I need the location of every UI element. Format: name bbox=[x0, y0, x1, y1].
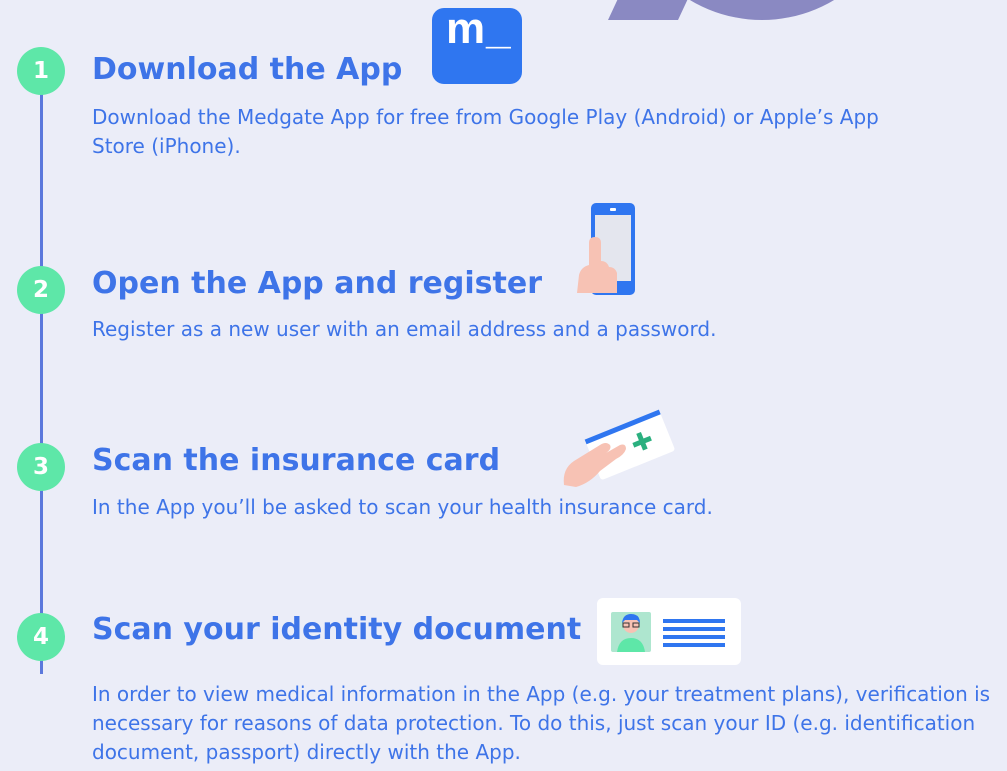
step-1-number: 1 bbox=[17, 47, 65, 95]
medgate-app-icon: m_ bbox=[432, 4, 522, 84]
step-1-description: Download the Medgate App for free from G… bbox=[92, 105, 879, 158]
step-3-description: In the App you’ll be asked to scan your … bbox=[92, 495, 713, 519]
step-3-number: 3 bbox=[17, 443, 65, 491]
step-2-title: Open the App and register bbox=[92, 266, 542, 301]
step-1-title: Download the App bbox=[92, 52, 403, 87]
step-4-title: Scan your identity document bbox=[92, 612, 582, 647]
phone-tap-icon bbox=[577, 203, 635, 295]
step-3-title: Scan the insurance card bbox=[92, 443, 501, 478]
speech-bubble-tail bbox=[608, 0, 706, 20]
timeline-line bbox=[40, 74, 43, 674]
identity-document-icon bbox=[597, 598, 741, 665]
step-2-description: Register as a new user with an email add… bbox=[92, 317, 717, 341]
app-icon-label: m_ bbox=[446, 4, 512, 53]
step-4-description: In order to view medical information in … bbox=[92, 682, 991, 764]
id-card-graphic bbox=[611, 612, 725, 652]
step-4-number: 4 bbox=[17, 613, 65, 661]
insurance-card-icon bbox=[563, 409, 675, 487]
step-2-number: 2 bbox=[17, 266, 65, 314]
